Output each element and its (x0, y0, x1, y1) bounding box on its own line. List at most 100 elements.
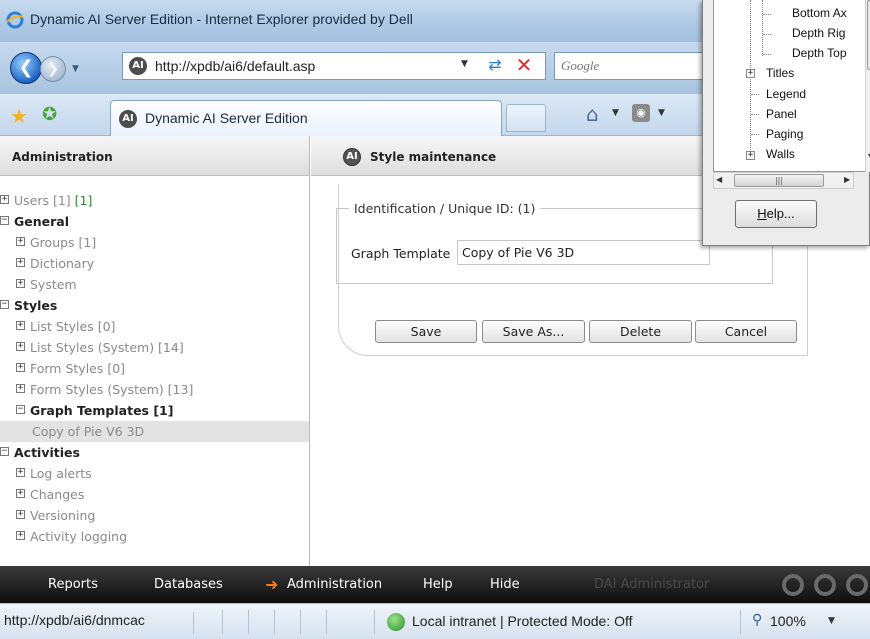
stop-icon[interactable]: ✕ (511, 53, 537, 79)
expand-icon[interactable]: + (16, 321, 25, 330)
app-logo-icon: AI (343, 148, 361, 166)
tree-item-paging[interactable]: Paging (766, 127, 803, 141)
tree-item-label: Dictionary (30, 253, 94, 274)
security-zone-text[interactable]: Local intranet | Protected Mode: Off (412, 613, 633, 629)
zoom-level[interactable]: 100% (770, 613, 806, 629)
collapse-icon[interactable]: − (0, 216, 9, 225)
cancel-button[interactable]: Cancel (695, 320, 797, 343)
zoom-icon[interactable]: ⚲ (752, 612, 762, 628)
save-button[interactable]: Save (375, 320, 477, 343)
forward-button[interactable]: ❯ (40, 56, 66, 82)
vertical-scrollbar[interactable]: ▼ (865, 0, 870, 172)
help-button[interactable]: Help... (735, 200, 817, 228)
feeds-dropdown-icon[interactable]: ▼ (658, 108, 665, 118)
address-bar[interactable]: AI http://xpdb/ai6/default.asp ▼ ⇄ ✕ (122, 52, 546, 80)
tree-item[interactable]: + Groups [1] (0, 232, 309, 253)
tree-item-depth-right[interactable]: Depth Rig (792, 26, 845, 40)
expand-icon[interactable]: + (16, 342, 25, 351)
tree-item[interactable]: + Log alerts (0, 463, 309, 484)
expand-icon[interactable]: + (746, 69, 755, 78)
refresh-icon[interactable]: ⇄ (483, 55, 507, 77)
browser-tab-active[interactable]: AI Dynamic AI Server Edition (110, 100, 502, 136)
tree-item[interactable]: + List Styles (System) [14] (0, 337, 309, 358)
tree-item[interactable]: + System (0, 274, 309, 295)
expand-icon[interactable]: + (16, 279, 25, 288)
home-dropdown-icon[interactable]: ▼ (612, 108, 619, 118)
search-box[interactable] (554, 52, 714, 80)
address-dropdown-icon[interactable]: ▼ (461, 59, 468, 69)
collapse-icon[interactable]: − (0, 447, 9, 456)
tree-item[interactable]: − Styles (0, 295, 309, 316)
tree-item-depth-top[interactable]: Depth Top (792, 46, 847, 60)
collapse-icon[interactable]: − (16, 405, 25, 414)
tree-item-text: Changes (30, 487, 85, 502)
tree-item[interactable]: − General (0, 211, 309, 232)
status-divider (300, 610, 301, 634)
expand-icon[interactable]: + (16, 531, 25, 540)
delete-button[interactable]: Delete (589, 320, 692, 343)
nav-administration[interactable]: Administration (287, 577, 382, 592)
tree-item-label: Versioning (30, 505, 95, 526)
scroll-right-icon[interactable]: ▶ (844, 175, 850, 184)
tree-line (763, 14, 771, 15)
favorites-star-icon[interactable]: ★ (10, 104, 28, 128)
status-divider (222, 610, 223, 634)
tree-item-bottom-axis[interactable]: Bottom Ax (792, 6, 847, 20)
address-url[interactable]: http://xpdb/ai6/default.asp (155, 58, 315, 74)
expand-icon[interactable]: + (16, 237, 25, 246)
tree-item[interactable]: − Activities (0, 442, 309, 463)
tree-item[interactable]: − Graph Templates [1] (0, 400, 309, 421)
tree-item-legend[interactable]: Legend (766, 87, 806, 101)
back-button[interactable]: ❮ (10, 52, 42, 84)
collapse-icon[interactable]: − (0, 300, 9, 309)
admin-tree: + Users [1] [1] − General + Groups [1] + Dictio… (0, 190, 309, 547)
nav-hide[interactable]: Hide (490, 577, 520, 592)
expand-icon[interactable]: + (16, 258, 25, 267)
tree-item[interactable]: + Activity logging (0, 526, 309, 547)
tree-item[interactable]: + Dictionary (0, 253, 309, 274)
new-tab-button[interactable] (506, 104, 546, 132)
expand-icon[interactable]: + (16, 489, 25, 498)
tree-item-label: Users [1] [1] (14, 190, 92, 211)
home-icon[interactable]: ⌂ (586, 102, 599, 126)
expand-icon[interactable]: + (0, 195, 9, 204)
zoom-dropdown-icon[interactable]: ▼ (828, 616, 835, 626)
tree-item[interactable]: + Form Styles [0] (0, 358, 309, 379)
tree-item-text: Groups [1] (30, 235, 97, 250)
scroll-thumb[interactable]: ||| (734, 174, 824, 187)
tree-line (751, 134, 759, 135)
expand-icon[interactable]: + (16, 384, 25, 393)
tree-item[interactable]: + List Styles [0] (0, 316, 309, 337)
tree-item-text: Users [1] (14, 193, 71, 208)
nav-reports[interactable]: Reports (48, 577, 98, 592)
expand-icon[interactable]: + (16, 510, 25, 519)
save-as-button[interactable]: Save As... (482, 320, 585, 343)
tree-item[interactable]: Copy of Pie V6 3D (0, 421, 309, 442)
scroll-left-icon[interactable]: ◀ (716, 175, 722, 184)
expand-icon[interactable]: + (16, 468, 25, 477)
tree-item[interactable]: + Versioning (0, 505, 309, 526)
tree-item-text: Form Styles [0] (30, 361, 126, 376)
horizontal-scrollbar[interactable]: ◀ ||| ▶ (713, 172, 854, 189)
tree-item-panel[interactable]: Panel (766, 107, 797, 121)
tree-item[interactable]: + Users [1] [1] (0, 190, 309, 211)
intranet-zone-icon[interactable] (387, 613, 405, 631)
nav-databases[interactable]: Databases (154, 577, 223, 592)
tree-item-text: List Styles (System) [14] (30, 340, 184, 355)
tree-item-titles[interactable]: Titles (766, 66, 794, 80)
recent-pages-dropdown-icon[interactable]: ▼ (72, 64, 84, 74)
nav-help[interactable]: Help (423, 577, 453, 592)
tree-line (751, 94, 759, 95)
status-divider (248, 610, 249, 634)
feeds-icon[interactable]: ◉ (632, 104, 650, 122)
tree-item-walls[interactable]: Walls (766, 147, 795, 161)
tree-item-label: Graph Templates [1] (30, 400, 173, 421)
expand-icon[interactable]: + (16, 363, 25, 372)
search-input[interactable] (561, 57, 709, 75)
tree-item[interactable]: + Form Styles (System) [13] (0, 379, 309, 400)
add-favorites-icon[interactable]: ✪ (42, 104, 57, 125)
tree-item[interactable]: + Changes (0, 484, 309, 505)
graph-template-input[interactable] (457, 240, 710, 265)
tree-item-text: General (14, 214, 69, 229)
expand-icon[interactable]: + (746, 151, 755, 160)
